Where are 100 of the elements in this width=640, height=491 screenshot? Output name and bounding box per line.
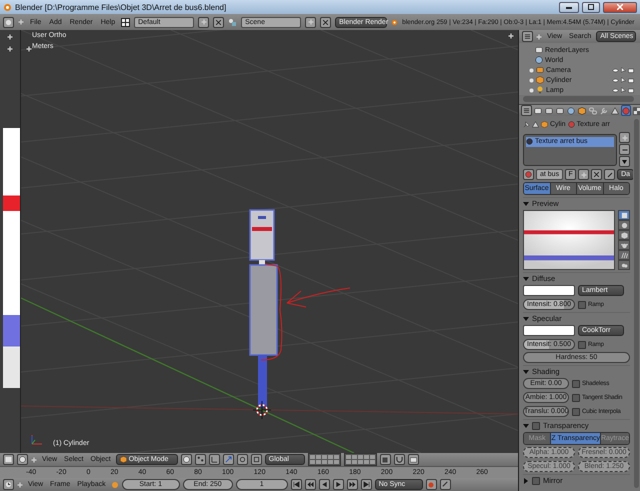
wrench-icon: [600, 106, 608, 114]
snap-button[interactable]: [394, 454, 405, 465]
editor-type-button[interactable]: [521, 105, 532, 116]
scrollbar[interactable]: [634, 119, 639, 488]
layout-icon[interactable]: [121, 18, 130, 26]
rotate-button[interactable]: [236, 454, 248, 465]
remove-button[interactable]: [320, 16, 332, 28]
minimize-button[interactable]: [559, 2, 579, 12]
editor-type-button[interactable]: [522, 31, 533, 42]
close-icon: [594, 172, 600, 177]
window-title: Blender [D:\Programme Files\Objet 3D\Arret de bus6.blend]: [15, 2, 226, 12]
checkbox[interactable]: [532, 422, 540, 430]
sky-icon: [620, 262, 628, 268]
add-button[interactable]: [578, 169, 590, 180]
translate-button[interactable]: [222, 454, 234, 465]
layer-grid[interactable]: [344, 453, 377, 466]
plus-icon: [622, 134, 628, 140]
plus-icon: [580, 172, 587, 178]
remove-button[interactable]: [619, 144, 630, 155]
sphere-icon: [622, 106, 630, 114]
close-button[interactable]: [603, 2, 637, 12]
triangle-icon: [611, 106, 619, 114]
sphere-icon: [19, 456, 26, 463]
preview-type-button[interactable]: [618, 230, 630, 240]
jump-start-button[interactable]: [290, 479, 302, 490]
context-tab[interactable]: [610, 105, 620, 116]
preview-type-button[interactable]: [618, 260, 630, 270]
magnet-icon: [396, 456, 403, 463]
ring-icon: [238, 456, 246, 463]
scale-button[interactable]: [250, 454, 262, 465]
remove-button[interactable]: [591, 169, 602, 180]
play-reverse-button[interactable]: [318, 479, 330, 490]
keying-button[interactable]: [440, 479, 451, 490]
add-button[interactable]: [198, 16, 210, 28]
maximize-button[interactable]: [582, 2, 600, 12]
view-button[interactable]: [17, 454, 28, 465]
preview-type-button[interactable]: [618, 250, 630, 260]
close-icon: [216, 20, 222, 24]
skip-forward-icon: [362, 481, 370, 488]
plus-icon[interactable]: [7, 46, 13, 52]
add-button[interactable]: [305, 16, 316, 28]
context-tab[interactable]: [544, 105, 554, 116]
context-tab[interactable]: [566, 105, 576, 116]
list-icon: [524, 33, 531, 40]
skip-back-icon: [292, 481, 300, 488]
remove-button[interactable]: [213, 16, 224, 28]
axes-icon: [29, 432, 43, 446]
fast-forward-icon: [348, 481, 356, 488]
link-button[interactable]: [604, 169, 616, 180]
sphere-icon: [182, 456, 190, 463]
sphere-icon: [620, 222, 628, 228]
record-button[interactable]: [426, 479, 437, 490]
play-reverse-icon: [320, 481, 328, 488]
minus-icon: [622, 146, 628, 152]
plus-icon: [308, 19, 314, 25]
previous-key-button[interactable]: [304, 479, 316, 490]
checkbox[interactable]: [572, 394, 580, 402]
next-key-button[interactable]: [346, 479, 358, 490]
play-button[interactable]: [332, 479, 344, 490]
color-swatch[interactable]: [523, 325, 575, 336]
plus-icon[interactable]: [508, 33, 514, 39]
disclosure-triangle-icon: [523, 276, 529, 282]
browse-material-button[interactable]: [523, 169, 534, 180]
scrollbar[interactable]: [523, 96, 634, 102]
disclosure-triangle-icon: [523, 316, 529, 322]
jump-end-button[interactable]: [360, 479, 372, 490]
context-tab[interactable]: [632, 105, 640, 116]
clock-icon: [5, 481, 12, 488]
cube-icon: [536, 76, 544, 84]
cube-icon: [541, 121, 548, 128]
checkbox[interactable]: [532, 476, 540, 484]
preview-type-button[interactable]: [618, 210, 630, 220]
editor-type-button[interactable]: [3, 16, 14, 28]
context-tab[interactable]: [555, 105, 565, 116]
maximize-icon: [588, 4, 594, 10]
play-icon: [334, 481, 342, 488]
context-tab[interactable]: [533, 105, 543, 116]
checkbox[interactable]: [572, 380, 580, 388]
menu-button[interactable]: [619, 156, 630, 167]
color-swatch[interactable]: [523, 285, 575, 296]
globe-icon: [567, 106, 575, 114]
disclosure-triangle-icon: [523, 422, 529, 428]
manipulator-button[interactable]: [208, 454, 220, 465]
square-icon: [620, 212, 628, 218]
context-tab[interactable]: [577, 105, 587, 116]
lock-button[interactable]: [380, 454, 391, 465]
editor-type-button[interactable]: [3, 479, 14, 490]
render-button[interactable]: [408, 454, 419, 465]
add-button[interactable]: [619, 132, 630, 143]
preview-type-button[interactable]: [618, 240, 630, 250]
shading-button[interactable]: [180, 454, 192, 465]
pin-icon[interactable]: [523, 121, 530, 128]
pivot-button[interactable]: [194, 454, 206, 465]
checkbox[interactable]: [578, 300, 586, 308]
plus-icon[interactable]: [7, 34, 13, 40]
plus-icon[interactable]: [26, 46, 32, 52]
editor-type-button[interactable]: [3, 454, 14, 465]
checkbox[interactable]: [578, 340, 586, 348]
layer-grid[interactable]: [308, 453, 341, 466]
checkbox[interactable]: [572, 408, 580, 416]
